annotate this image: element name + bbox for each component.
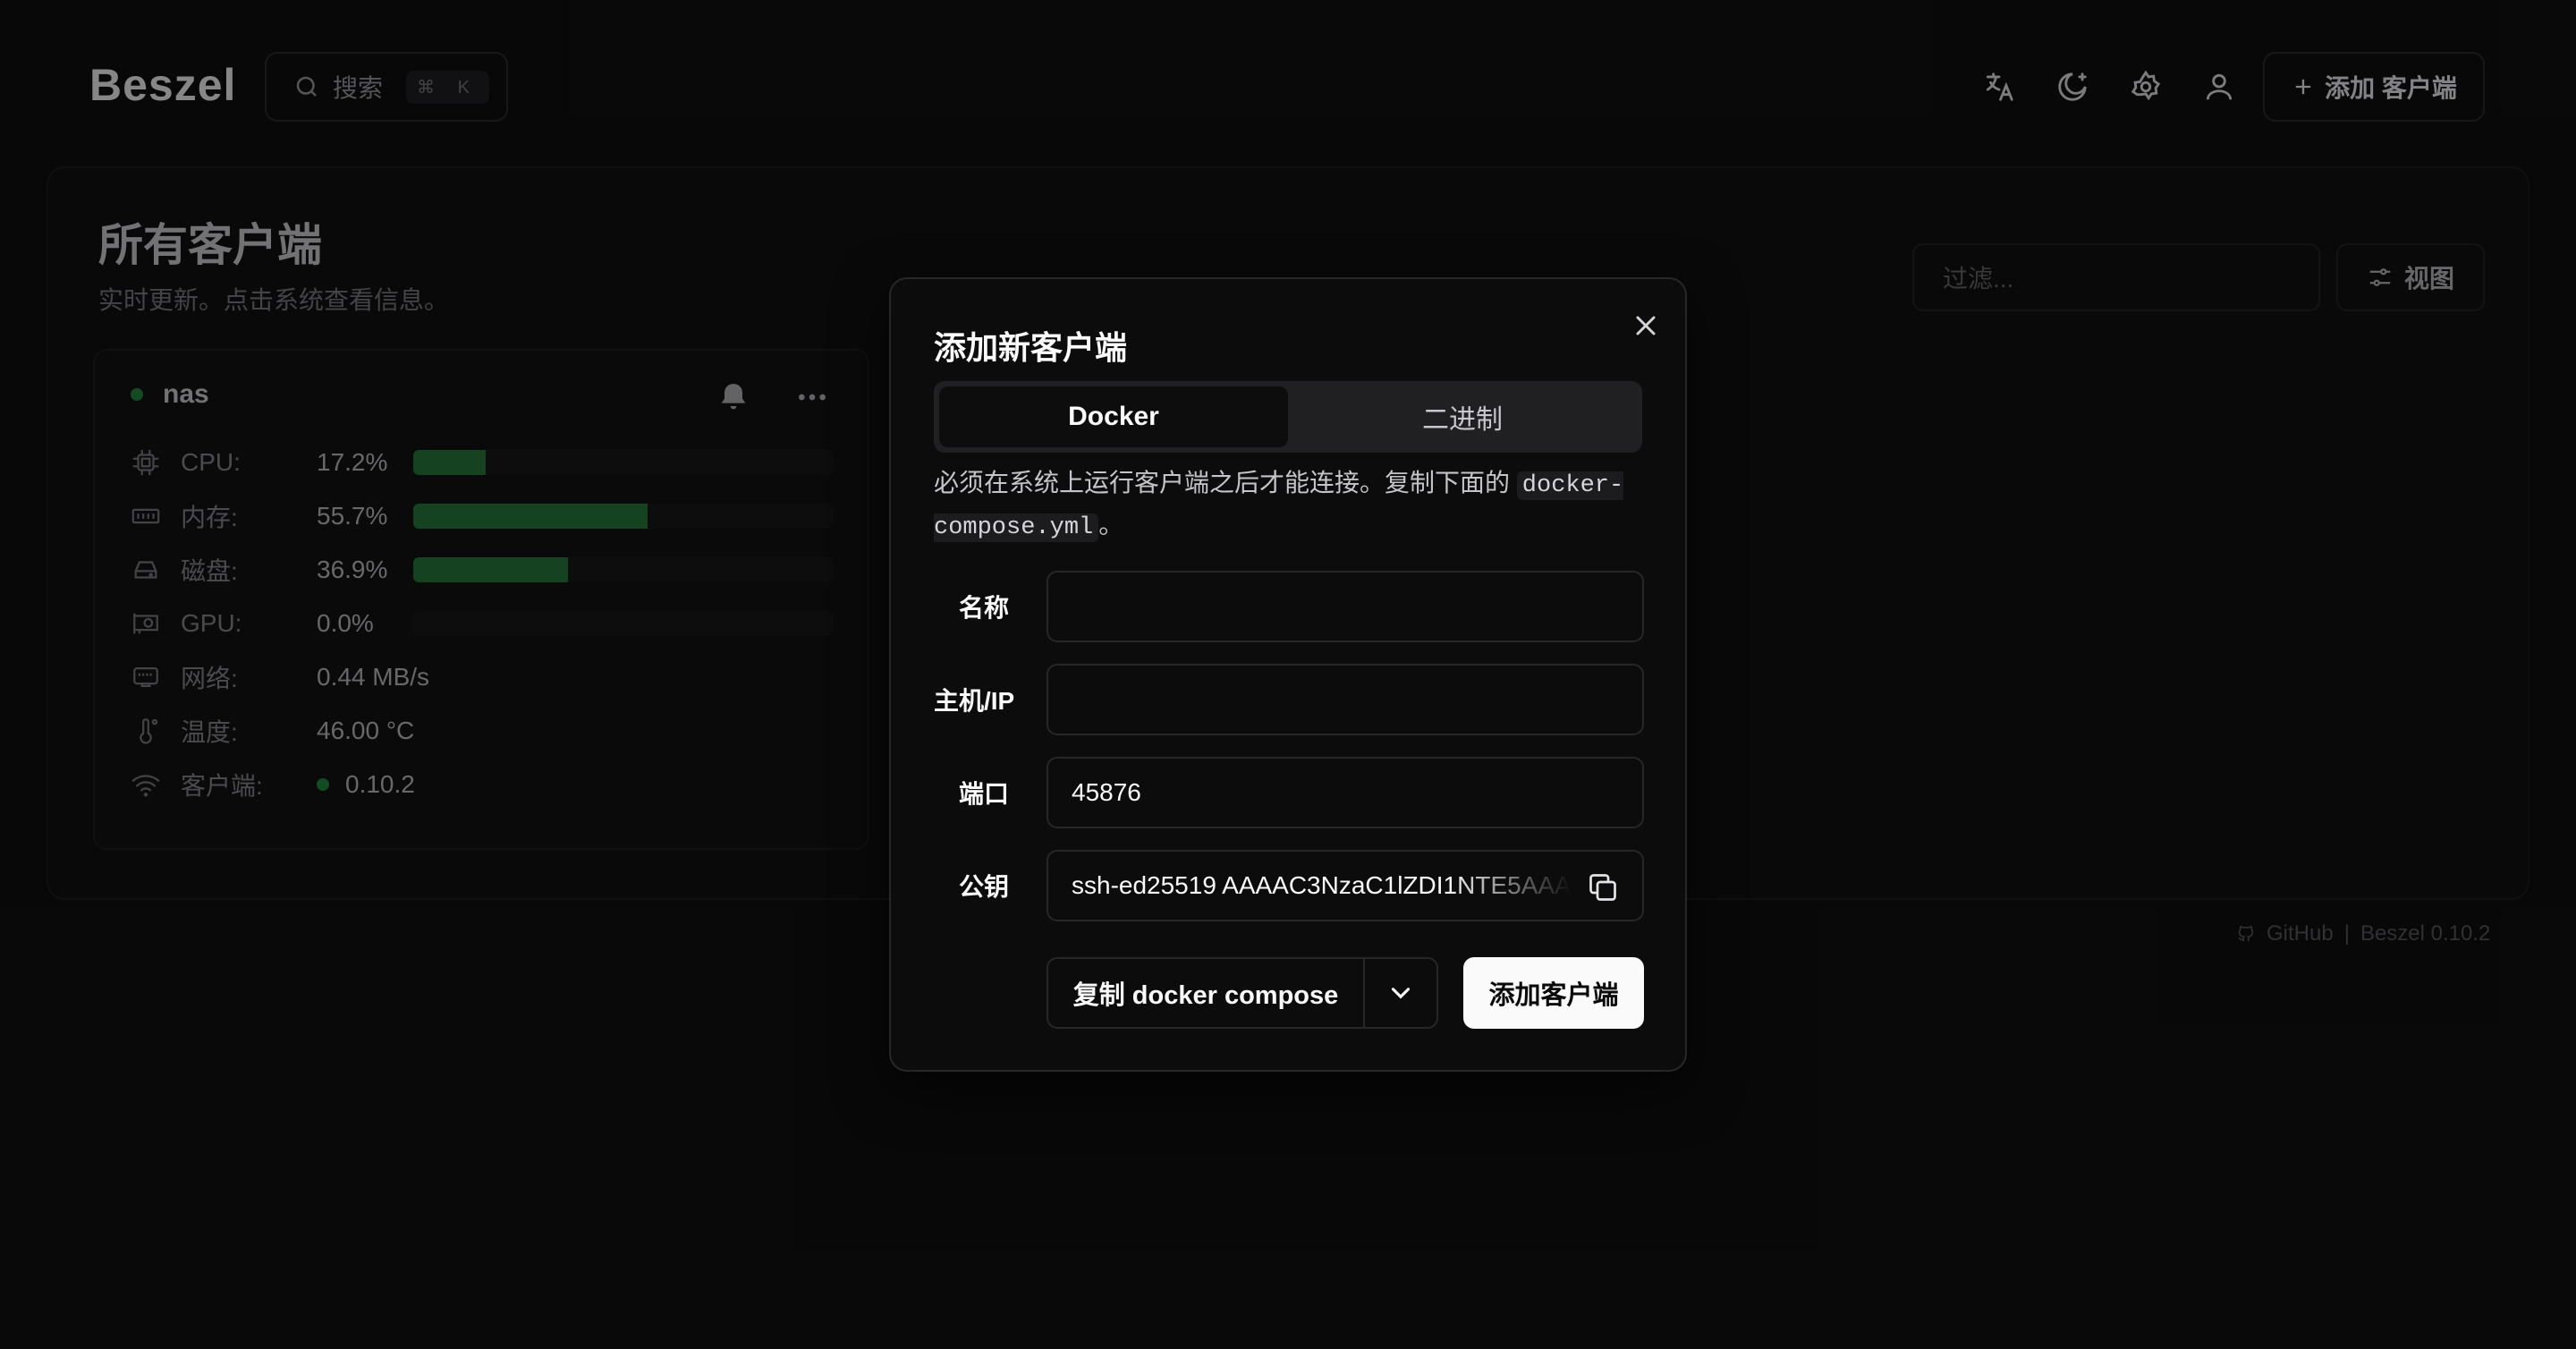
add-client-dialog: 添加新客户端 Docker 二进制 必须在系统上运行客户端之后才能连接。复制下面… [889,277,1687,1072]
dialog-title: 添加新客户端 [934,329,1128,366]
install-method-tabs: Docker 二进制 [934,381,1642,453]
tab-docker[interactable]: Docker [939,386,1288,447]
tab-binary[interactable]: 二进制 [1288,386,1637,447]
name-label: 名称 [958,594,1009,622]
port-field[interactable]: 45876 [1046,757,1644,828]
close-button[interactable] [1630,310,1662,342]
public-key-value: ssh-ed25519 AAAAC3NzaC1lZDI1NTE5AAAAI [1072,871,1572,899]
port-label: 端口 [958,780,1009,808]
copy-key-button[interactable] [1587,871,1619,904]
host-field[interactable] [1046,664,1644,735]
description-text: 必须在系统上运行客户端之后才能连接。复制下面的 [934,469,1517,496]
close-icon [1636,316,1656,335]
name-field[interactable] [1046,571,1644,642]
copy-compose-split-button: 复制 docker compose [1046,957,1438,1029]
description-suffix: 。 [1098,511,1124,539]
add-client-submit-button[interactable]: 添加客户端 [1463,957,1644,1029]
chevron-down-icon [1391,988,1411,999]
public-key-field[interactable]: ssh-ed25519 AAAAC3NzaC1lZDI1NTE5AAAAI [1046,850,1644,921]
copy-options-dropdown[interactable] [1363,959,1436,1027]
public-key-label: 公钥 [958,873,1009,901]
copy-compose-button[interactable]: 复制 docker compose [1048,959,1363,1027]
host-label: 主机/IP [934,687,1015,715]
copy-icon [1589,874,1616,901]
dialog-description: 必须在系统上运行客户端之后才能连接。复制下面的 docker-compose.y… [934,463,1649,547]
app-root: Beszel 搜索 ⌘ K 添加 客户端 所有客户端 实时更新。点击系统查看信息… [0,0,2576,1349]
